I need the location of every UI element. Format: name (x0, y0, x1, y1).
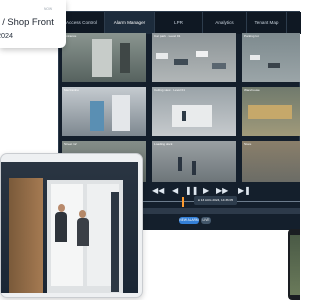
notification-title: t / Shop Front (0, 16, 54, 27)
notification-time: NOW (44, 7, 53, 11)
phone-device (288, 229, 300, 300)
notification-date: 2024 (0, 31, 13, 40)
camera-tile[interactable]: Parking lot (242, 33, 300, 82)
camera-label: Mezzanine (64, 88, 79, 92)
module-tab-bar: Access Control Alarm Manager LPR Analyti… (59, 12, 301, 34)
play-icon[interactable]: ▶ (203, 187, 209, 195)
timeline-playhead[interactable] (182, 197, 184, 207)
camera-label: Car park · Level 01 (154, 34, 181, 38)
tab-overflow[interactable] (287, 12, 301, 34)
camera-label: Warehouse (244, 88, 260, 92)
tab-lpr[interactable]: LPR (155, 12, 203, 34)
playback-timestamp: ● 13 AUG 2024, 14:36:05 (194, 196, 238, 205)
alarm-pill[interactable]: NEW ALARM (179, 217, 199, 224)
camera-tile[interactable]: Mezzanine (62, 87, 146, 136)
tablet-camera-view[interactable] (1, 162, 138, 293)
notification-card[interactable]: NOW t / Shop Front 2024 (0, 0, 66, 48)
tablet-device (0, 153, 143, 298)
camera-label: Store (244, 142, 252, 146)
camera-label: Ceiling view · Level 01 (154, 88, 185, 92)
camera-tile[interactable]: Entrance (62, 33, 146, 82)
step-forward-icon[interactable]: ▶▶ (216, 187, 228, 195)
camera-label: Parking lot (244, 34, 259, 38)
camera-tile[interactable]: Ceiling view · Level 01 (152, 87, 236, 136)
pause-icon[interactable]: ❚❚ (185, 187, 198, 195)
skip-back-icon[interactable]: ◀◀ (152, 187, 164, 195)
step-back-icon[interactable]: ◀ (172, 187, 178, 195)
camera-tile[interactable]: Store (242, 141, 300, 182)
camera-tile[interactable]: Warehouse (242, 87, 300, 136)
camera-label: Loading dock (154, 142, 173, 146)
tab-tenant-map[interactable]: Tenant Map (247, 12, 287, 34)
skip-forward-icon[interactable]: ▶❚ (238, 187, 251, 195)
camera-label: Street 12 (64, 142, 77, 146)
tab-alarm-manager[interactable]: Alarm Manager (105, 12, 155, 34)
tab-analytics[interactable]: Analytics (203, 12, 247, 34)
camera-tile[interactable]: Car park · Level 01 (152, 33, 236, 82)
live-pill[interactable]: LIVE (201, 217, 211, 224)
camera-tile[interactable]: Loading dock (152, 141, 236, 182)
